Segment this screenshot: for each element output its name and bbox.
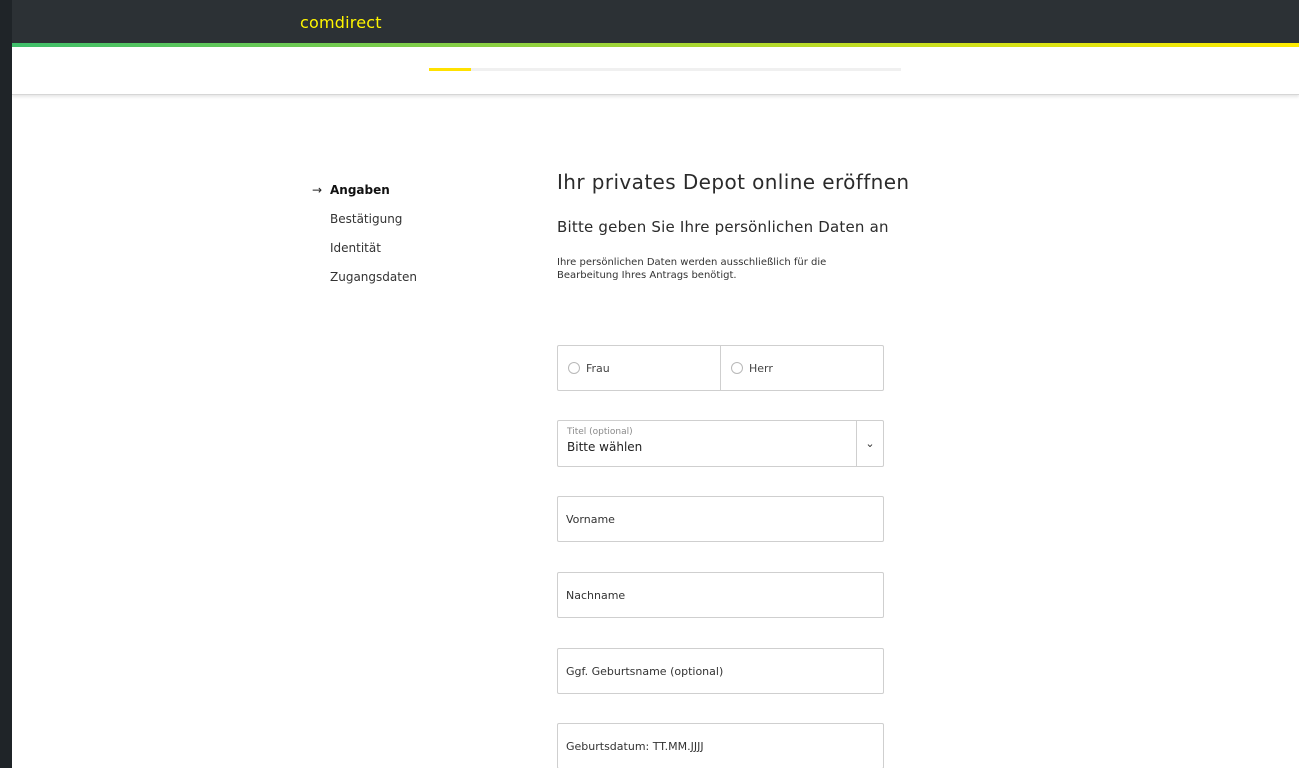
step-navigation: → Angaben Bestätigung Identität Zugangsd… [312,175,417,291]
step-angaben: → Angaben [312,175,417,204]
page-title: Ihr privates Depot online eröffnen [557,170,910,194]
last-name-placeholder: Nachname [566,588,626,602]
birth-name-input[interactable]: Ggf. Geburtsname (optional) [557,648,884,694]
chevron-down-icon[interactable]: ⌄ [856,421,883,466]
salutation-label: Herr [749,361,773,375]
last-name-input[interactable]: Nachname [557,572,884,618]
salutation-radio-group: Frau Herr [557,345,884,391]
step-label: Bestätigung [330,211,403,226]
step-bestaetigung: Bestätigung [312,204,417,233]
title-select-value: Bitte wählen [567,440,643,454]
birth-date-input[interactable]: Geburtsdatum: TT.MM.JJJJ [557,723,884,768]
top-bar: comdirect [12,0,1299,44]
form-intro: Ihr privates Depot online eröffnen Bitte… [557,166,917,282]
radio-circle-icon[interactable] [568,362,580,374]
step-label: Angaben [330,182,390,197]
first-name-placeholder: Vorname [566,512,615,526]
step-label: Identität [330,240,381,255]
title-select-caption: Titel (optional) [567,427,633,437]
progress-fill [429,68,472,71]
comdirect-logo[interactable]: comdirect [300,13,382,32]
privacy-note: Ihre persönlichen Daten werden ausschlie… [557,257,827,281]
first-name-input[interactable]: Vorname [557,496,884,542]
salutation-frau-option[interactable]: Frau [558,346,720,390]
title-select[interactable]: Titel (optional) Bitte wählen ⌄ [557,420,884,467]
salutation-herr-option[interactable]: Herr [720,346,883,390]
step-zugangsdaten: Zugangsdaten [312,262,417,291]
salutation-label: Frau [586,361,610,375]
step-identitaet: Identität [312,233,417,262]
app-frame: comdirect → Angaben Bestätigung Identitä… [12,0,1299,768]
arrow-right-icon: → [312,182,323,197]
radio-circle-icon[interactable] [731,362,743,374]
title-select-body[interactable]: Titel (optional) Bitte wählen [558,421,856,466]
birth-date-placeholder: Geburtsdatum: TT.MM.JJJJ [566,739,704,753]
section-heading: Bitte geben Sie Ihre persönlichen Daten … [557,218,889,236]
step-label: Zugangsdaten [330,269,417,284]
progress-track [429,68,901,71]
progress-header [12,47,1299,95]
birth-name-placeholder: Ggf. Geburtsname (optional) [566,664,724,678]
